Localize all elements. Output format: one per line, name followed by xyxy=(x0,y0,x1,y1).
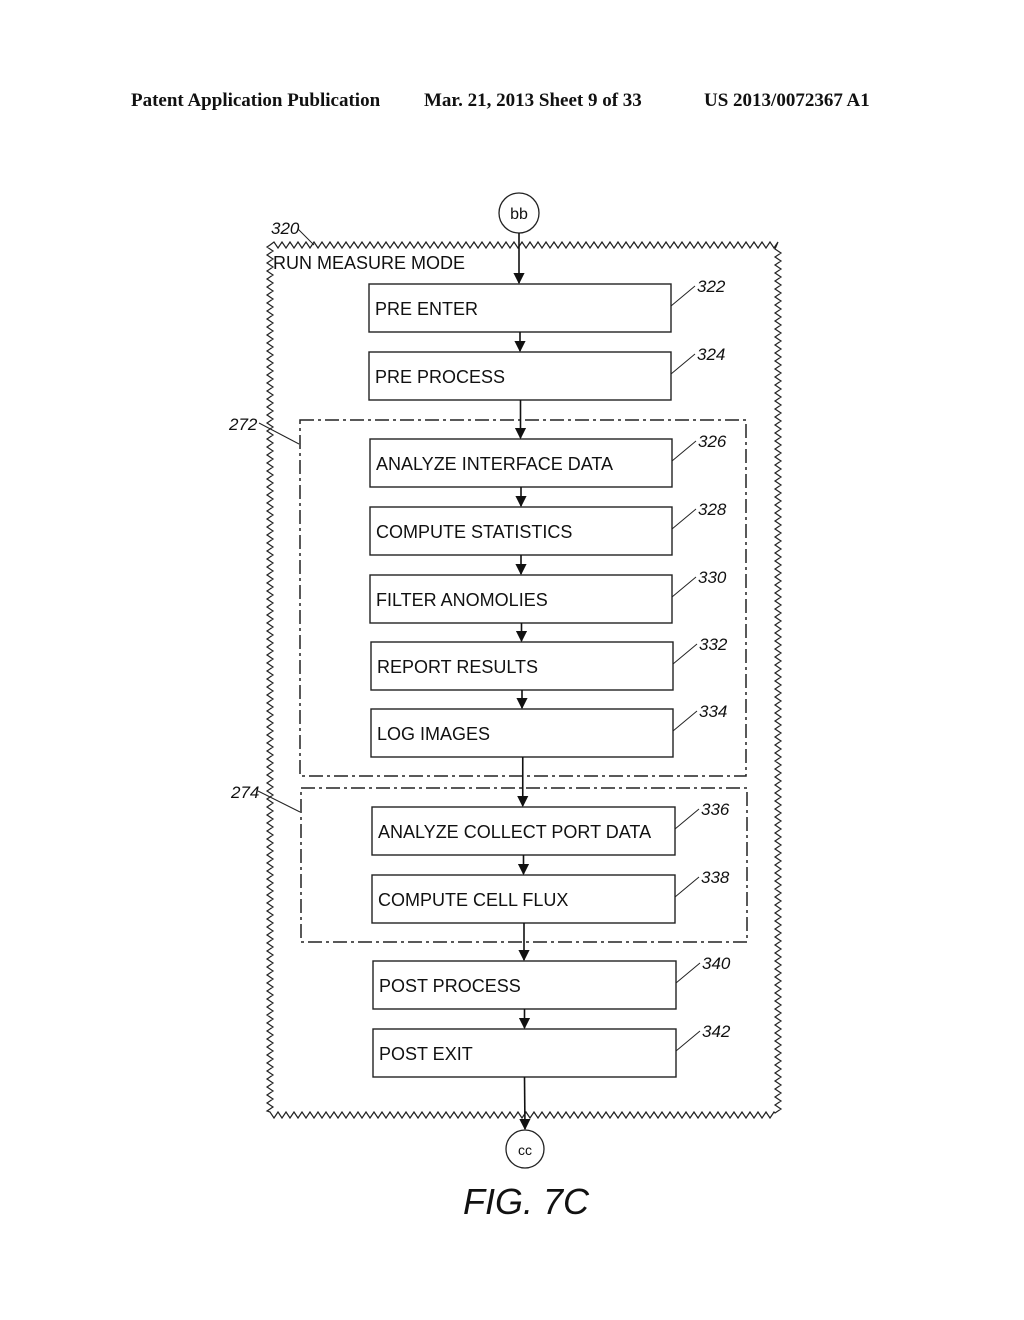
step-leader-line xyxy=(674,876,700,898)
step-label: PRE ENTER xyxy=(375,299,478,319)
process-step: PRE PROCESS 324 xyxy=(368,345,725,401)
step-leader-line xyxy=(674,808,700,830)
process-step: COMPUTE STATISTICS 328 xyxy=(369,500,727,556)
step-label: COMPUTE STATISTICS xyxy=(376,522,572,542)
step-ref-label: 342 xyxy=(702,1022,731,1041)
process-step: COMPUTE CELL FLUX 338 xyxy=(371,868,730,924)
step-ref-label: 330 xyxy=(698,568,727,587)
leader-line-272 xyxy=(258,422,300,445)
step-label: ANALYZE INTERFACE DATA xyxy=(376,454,613,474)
step-leader-line xyxy=(671,440,697,462)
process-step: FILTER ANOMOLIES 330 xyxy=(369,568,727,624)
step-ref-label: 334 xyxy=(699,702,727,721)
run-measure-mode-title: RUN MEASURE MODE xyxy=(273,253,465,273)
step-label: POST EXIT xyxy=(379,1044,473,1064)
flow-arrow xyxy=(519,1076,531,1131)
step-label: PRE PROCESS xyxy=(375,367,505,387)
process-step: ANALYZE INTERFACE DATA 326 xyxy=(369,432,727,488)
step-leader-line xyxy=(672,643,698,665)
step-leader-line xyxy=(675,962,701,984)
step-leader-line xyxy=(671,576,697,598)
step-leader-line xyxy=(671,508,697,530)
ref-label-272: 272 xyxy=(228,415,258,434)
process-step: POST PROCESS 340 xyxy=(372,954,731,1010)
leader-line-274 xyxy=(257,790,301,813)
process-step: POST EXIT 342 xyxy=(372,1022,731,1078)
step-ref-label: 326 xyxy=(698,432,727,451)
step-leader-line xyxy=(670,285,696,307)
ref-label-320: 320 xyxy=(271,219,300,238)
process-step: PRE ENTER 322 xyxy=(368,277,726,333)
start-connector-label: bb xyxy=(510,206,528,223)
step-leader-line xyxy=(675,1030,701,1052)
step-label: ANALYZE COLLECT PORT DATA xyxy=(378,822,651,842)
step-ref-label: 332 xyxy=(699,635,728,654)
step-ref-label: 322 xyxy=(697,277,726,296)
flowchart: RUN MEASURE MODE 320 272 274 bb cc PRE E… xyxy=(228,192,783,1222)
process-step: ANALYZE COLLECT PORT DATA 336 xyxy=(371,800,730,856)
step-label: LOG IMAGES xyxy=(377,724,490,744)
step-ref-label: 340 xyxy=(702,954,731,973)
end-connector-label: cc xyxy=(518,1142,532,1158)
process-step: LOG IMAGES 334 xyxy=(370,702,727,758)
step-leader-line xyxy=(672,710,698,732)
step-ref-label: 338 xyxy=(701,868,730,887)
step-ref-label: 336 xyxy=(701,800,730,819)
ref-label-274: 274 xyxy=(230,783,259,802)
process-step: REPORT RESULTS 332 xyxy=(370,635,728,691)
step-label: FILTER ANOMOLIES xyxy=(376,590,548,610)
figure-label: FIG. 7C xyxy=(463,1181,590,1222)
step-ref-label: 324 xyxy=(697,345,725,364)
step-label: POST PROCESS xyxy=(379,976,521,996)
step-label: REPORT RESULTS xyxy=(377,657,538,677)
step-ref-label: 328 xyxy=(698,500,727,519)
step-label: COMPUTE CELL FLUX xyxy=(378,890,568,910)
step-leader-line xyxy=(670,353,696,375)
